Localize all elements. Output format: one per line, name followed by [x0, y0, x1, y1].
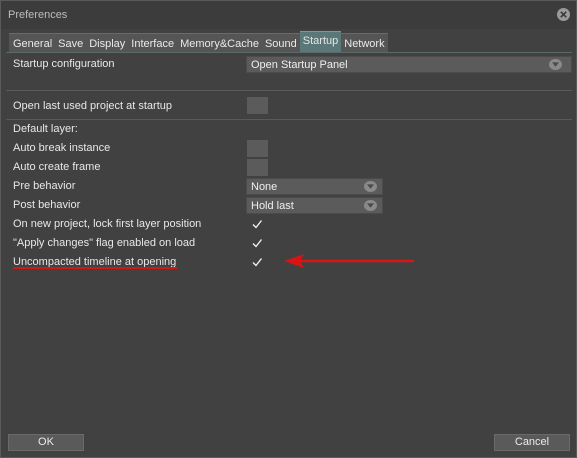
- default-layer-heading: Default layer:: [13, 123, 78, 135]
- auto-break-instance-label: Auto break instance: [13, 142, 111, 154]
- cancel-button[interactable]: Cancel: [494, 434, 570, 451]
- tab-startup[interactable]: Startup: [299, 31, 342, 52]
- annotation-arrow-icon: [284, 254, 414, 268]
- chevron-down-icon: [364, 181, 377, 192]
- post-behavior-value: Hold last: [251, 200, 294, 212]
- lock-first-layer-row: On new project, lock first layer positio…: [6, 215, 572, 234]
- tab-general[interactable]: General: [9, 33, 56, 52]
- open-last-project-checkbox[interactable]: [247, 97, 268, 114]
- tab-memory-cache[interactable]: Memory&Cache: [177, 33, 262, 52]
- startup-configuration-label: Startup configuration: [13, 58, 115, 70]
- post-behavior-row: Post behavior Hold last: [6, 196, 572, 215]
- tab-bar: General Save Display Interface Memory&Ca…: [9, 31, 388, 52]
- window-title: Preferences: [8, 9, 68, 21]
- auto-break-instance-row: Auto break instance: [6, 139, 572, 158]
- annotation-underline: [13, 267, 177, 269]
- tab-display[interactable]: Display: [86, 33, 129, 52]
- open-last-project-row: Open last used project at startup: [6, 97, 572, 116]
- tab-interface[interactable]: Interface: [128, 33, 178, 52]
- tab-save[interactable]: Save: [55, 33, 87, 52]
- checkmark-icon[interactable]: [251, 256, 263, 268]
- chevron-down-icon: [364, 200, 377, 211]
- tab-sound[interactable]: Sound: [261, 33, 300, 52]
- auto-create-frame-checkbox[interactable]: [247, 159, 268, 176]
- pre-behavior-row: Pre behavior None: [6, 177, 572, 196]
- settings-panel: Startup configuration Open Startup Panel…: [6, 52, 572, 431]
- pre-behavior-dropdown[interactable]: None: [246, 178, 383, 195]
- lock-first-layer-label: On new project, lock first layer positio…: [13, 218, 202, 230]
- checkmark-icon[interactable]: [251, 237, 263, 249]
- pre-behavior-label: Pre behavior: [13, 180, 76, 192]
- apply-changes-flag-row: "Apply changes" flag enabled on load: [6, 234, 572, 253]
- auto-break-instance-checkbox[interactable]: [247, 140, 268, 157]
- chevron-down-icon: [549, 59, 562, 70]
- tab-network[interactable]: Network: [341, 33, 388, 52]
- startup-configuration-row: Startup configuration Open Startup Panel: [6, 55, 572, 74]
- ok-button[interactable]: OK: [8, 434, 84, 451]
- startup-configuration-dropdown[interactable]: Open Startup Panel: [246, 56, 572, 73]
- post-behavior-label: Post behavior: [13, 199, 81, 211]
- title-bar: Preferences: [1, 1, 576, 29]
- section-divider: [6, 90, 572, 91]
- checkmark-icon[interactable]: [251, 218, 263, 230]
- preferences-window: Preferences General Save Display Interfa…: [0, 0, 577, 458]
- apply-changes-flag-label: "Apply changes" flag enabled on load: [13, 237, 196, 249]
- close-icon[interactable]: [557, 8, 570, 21]
- pre-behavior-value: None: [251, 181, 278, 193]
- default-layer-heading-row: Default layer:: [6, 120, 572, 139]
- startup-configuration-value: Open Startup Panel: [251, 59, 348, 71]
- auto-create-frame-row: Auto create frame: [6, 158, 572, 177]
- auto-create-frame-label: Auto create frame: [13, 161, 101, 173]
- open-last-project-label: Open last used project at startup: [13, 100, 172, 112]
- post-behavior-dropdown[interactable]: Hold last: [246, 197, 383, 214]
